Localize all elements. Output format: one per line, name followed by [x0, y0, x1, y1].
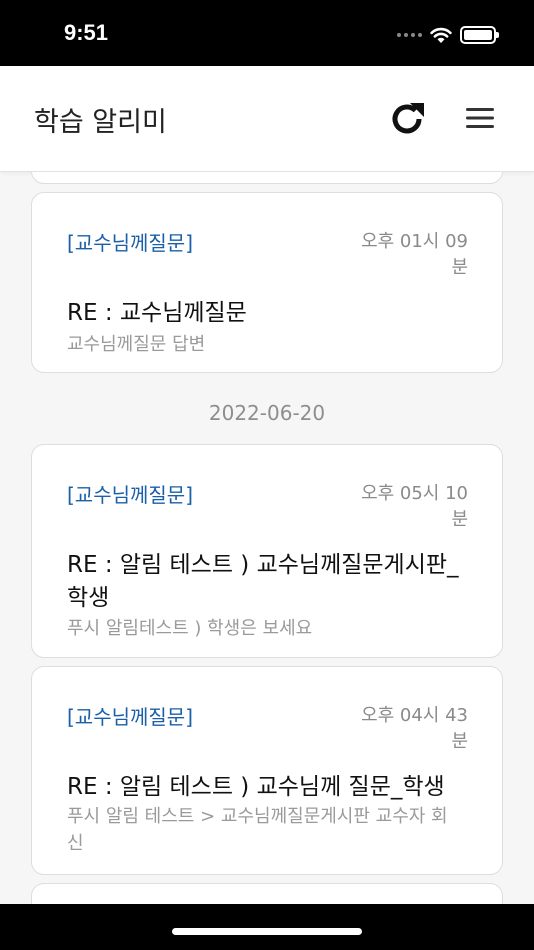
- card-category: [교수님께질문]: [67, 483, 194, 507]
- menu-button[interactable]: [458, 96, 502, 140]
- card-body: 푸시 알림테스트 ) 학생은 보세요: [67, 618, 313, 639]
- status-icons: [397, 24, 499, 46]
- home-bar-area: [0, 904, 534, 950]
- wifi-icon: [430, 27, 452, 43]
- card-time: 오후 01시 09분: [361, 231, 468, 278]
- battery-icon: [460, 26, 499, 44]
- notification-card[interactable]: [교수님께질문] 오후 01시 09분 RE : 교수님께질문 교수님께질문 답…: [31, 192, 503, 373]
- card-title: RE : 교수님께질문: [67, 300, 247, 326]
- refresh-icon: [392, 103, 424, 134]
- card-title: RE : 알림 테스트 ) 교수님께질문게시판_ 학생: [67, 552, 459, 611]
- hamburger-menu-icon: [466, 108, 494, 128]
- card-body: 교수님께질문 답변: [67, 334, 206, 355]
- app-header: 학습 알리미: [0, 66, 534, 172]
- notification-card-partial[interactable]: [31, 172, 503, 184]
- card-body: 푸시 알림 테스트 > 교수님께질문게시판 교수자 회신: [67, 806, 448, 854]
- notification-card-partial[interactable]: [31, 883, 503, 904]
- card-time: 오후 04시 43분: [361, 705, 468, 752]
- card-time: 오후 05시 10분: [361, 483, 468, 530]
- card-title: RE : 알림 테스트 ) 교수님께 질문_학생: [67, 774, 445, 800]
- cellular-signal-icon: [397, 33, 422, 37]
- page-title: 학습 알리미: [34, 107, 167, 138]
- status-bar: 9:51: [0, 0, 534, 66]
- home-indicator[interactable]: [172, 928, 362, 935]
- status-time: 9:51: [64, 20, 109, 45]
- notification-list[interactable]: [교수님께질문] 오후 01시 09분 RE : 교수님께질문 교수님께질문 답…: [0, 172, 534, 904]
- notification-card[interactable]: [교수님께질문] 오후 04시 43분 RE : 알림 테스트 ) 교수님께 질…: [31, 666, 503, 875]
- card-category: [교수님께질문]: [67, 705, 194, 729]
- date-divider: 2022-06-20: [208, 401, 326, 425]
- notification-card[interactable]: [교수님께질문] 오후 05시 10분 RE : 알림 테스트 ) 교수님께질문…: [31, 444, 503, 658]
- card-category: [교수님께질문]: [67, 231, 194, 255]
- refresh-button[interactable]: [386, 96, 430, 140]
